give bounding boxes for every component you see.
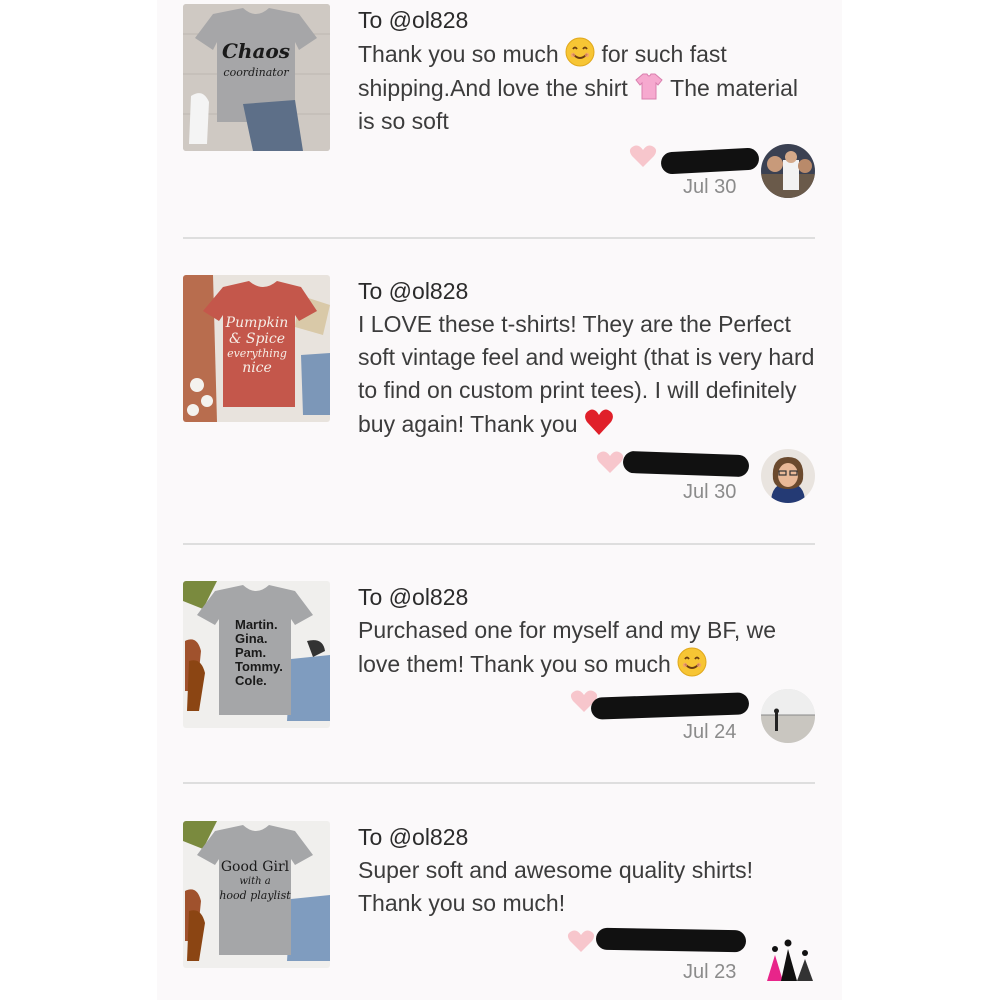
review-date: Jul 30 [683,481,737,503]
thumb-text-line: coordinator [223,66,289,79]
review-date: Jul 24 [683,721,737,743]
thumb-text-line: everything [227,347,287,360]
review-recipient: To @ol828 [358,824,469,850]
review-card: Chaos coordinator To @ol828 Thank you so… [183,4,815,204]
smiling-face-icon [565,37,595,67]
product-thumbnail[interactable]: Chaos coordinator [183,4,330,151]
reviewer-avatar[interactable] [761,144,815,198]
thumb-text-line: Chaos [222,39,290,63]
reviewer-avatar[interactable] [761,449,815,503]
thumb-text-line: Pumpkin [225,315,289,331]
product-thumbnail[interactable]: Good Girl with a hood playlist [183,821,330,968]
review-text-part: Purchased one for myself and my BF, we l… [358,617,777,677]
thumb-text-line: hood playlist [219,889,291,902]
red-heart-icon [584,409,613,435]
review-recipient: To @ol828 [358,7,469,33]
reviewer-avatar[interactable] [761,689,815,743]
review-recipient: To @ol828 [358,584,469,610]
divider [183,782,815,784]
smiling-face-icon [677,647,707,677]
heart-icon[interactable] [567,929,595,953]
redacted-username [590,692,750,720]
review-text: Super soft and awesome quality shirts! T… [358,857,754,916]
thumb-text-line: nice [242,360,272,376]
thumb-text-line: with a [239,876,270,887]
review-card: Martin. Gina. Pam. Tommy. Cole. To @ol82… [183,581,815,751]
review-text: Purchased one for myself and my BF, we l… [358,614,818,681]
divider [183,237,815,239]
heart-icon[interactable] [629,144,657,168]
review-text-part: Thank you so much [358,41,559,67]
redacted-username [660,147,760,175]
redacted-username [595,927,747,953]
review-text: I LOVE these t-shirts! They are the Perf… [358,308,818,441]
thumb-text-line: Pam. [235,645,266,660]
divider [183,543,815,545]
review-text: Thank you so much for such fast shipping… [358,37,818,138]
product-thumbnail[interactable]: Martin. Gina. Pam. Tommy. Cole. [183,581,330,728]
review-date: Jul 23 [683,961,737,983]
reviewer-avatar[interactable] [761,929,815,983]
thumb-text-line: Martin. [235,617,278,632]
redacted-username [622,450,750,478]
product-thumbnail[interactable]: Pumpkin & Spice everything nice [183,275,330,422]
thumb-text-line: Good Girl [221,859,290,875]
review-card: Pumpkin & Spice everything nice To @ol82… [183,275,815,505]
t-shirt-icon [635,73,663,100]
thumb-text-line: Cole. [235,673,267,688]
review-date: Jul 30 [683,176,737,198]
review-card: Good Girl with a hood playlist To @ol828… [183,821,815,991]
thumb-text-line: Tommy. [235,659,283,674]
thumb-text-line: Gina. [235,631,268,646]
heart-icon[interactable] [596,450,624,474]
review-recipient: To @ol828 [358,278,469,304]
thumb-text-line: & Spice [229,331,285,347]
